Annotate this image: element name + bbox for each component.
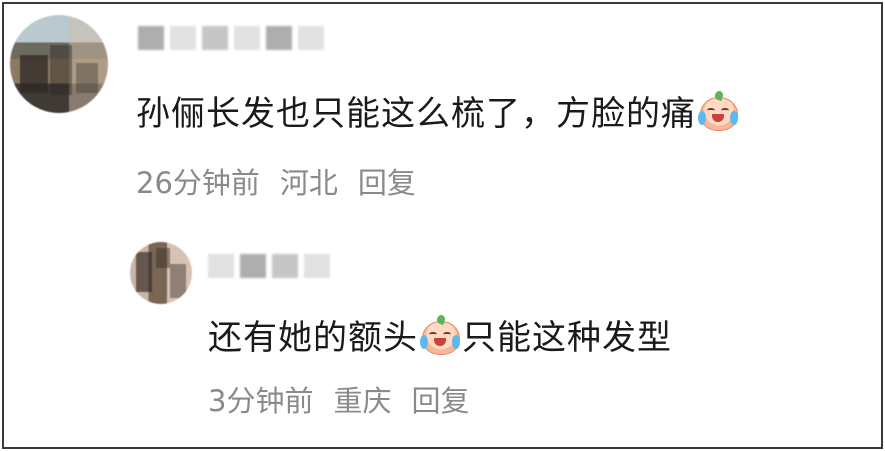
comment-meta: 26分钟前 河北 回复 <box>136 160 416 202</box>
location: 重庆 <box>333 384 392 418</box>
comment-meta: 3分钟前 重庆 回复 <box>208 378 469 420</box>
avatar[interactable] <box>10 15 108 113</box>
crying-laughing-peach-icon <box>698 89 738 131</box>
avatar[interactable] <box>130 242 192 304</box>
reply-button[interactable]: 回复 <box>411 378 469 420</box>
crying-laughing-peach-icon <box>420 313 460 355</box>
location: 河北 <box>279 166 338 200</box>
comment-text-part: 还有她的额头 <box>208 318 418 358</box>
username-mosaic[interactable] <box>208 252 330 280</box>
reply-comment: 还有她的额头 只能这种发型 3分钟前 重庆 回复 <box>130 240 870 430</box>
comment-text-part: 孙俪长发也只能这么梳了，方脸的痛 <box>136 94 696 134</box>
comment-text: 孙俪长发也只能这么梳了，方脸的痛 <box>136 86 740 135</box>
comment-text-part: 只能这种发型 <box>462 318 672 358</box>
comment-text: 还有她的额头 只能这种发型 <box>208 310 672 359</box>
timestamp: 26分钟前 <box>136 166 260 200</box>
timestamp: 3分钟前 <box>208 384 314 418</box>
reply-button[interactable]: 回复 <box>358 160 416 202</box>
comment: 孙俪长发也只能这么梳了，方脸的痛 26分钟前 河北 回复 <box>10 10 870 205</box>
username-mosaic[interactable] <box>138 24 324 52</box>
comment-thread: 孙俪长发也只能这么梳了，方脸的痛 26分钟前 河北 回复 还有她的额头 只能这种… <box>2 2 883 449</box>
